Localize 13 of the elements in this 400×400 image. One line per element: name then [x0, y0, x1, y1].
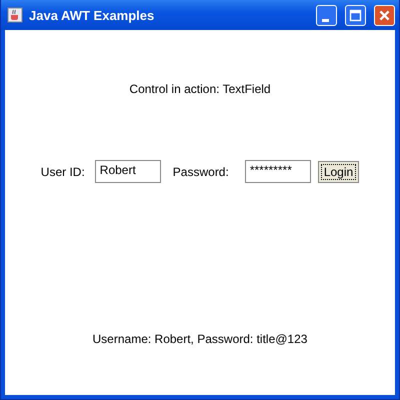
cup-icon	[7, 7, 23, 23]
password-label: Password:	[172, 164, 229, 178]
status-text: Username: Robert, Password: title@123	[92, 332, 308, 346]
header-text: Control in action: TextField	[129, 82, 271, 96]
user-id-field[interactable]: Robert	[94, 160, 161, 183]
user-id-label: User ID:	[40, 164, 85, 178]
maximize-button[interactable]	[345, 4, 366, 26]
minimize-icon	[322, 18, 329, 22]
window-title: Java AWT Examples	[29, 8, 154, 22]
minimize-button[interactable]	[316, 4, 337, 26]
password-field[interactable]: *********	[244, 160, 311, 183]
login-button[interactable]: Login	[318, 160, 360, 182]
close-button[interactable]	[374, 4, 395, 26]
